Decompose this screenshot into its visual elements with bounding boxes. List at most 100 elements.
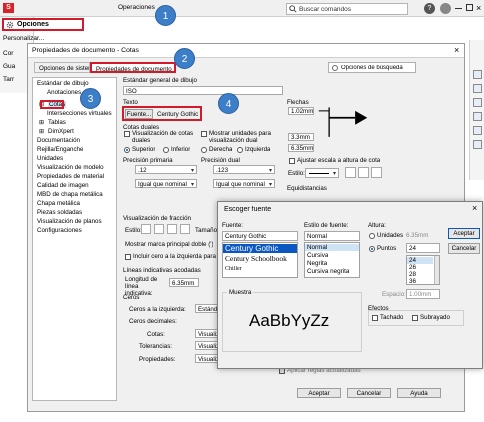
pos-inferior-radio[interactable] [163, 147, 169, 153]
minimize-icon[interactable] [455, 8, 462, 9]
font-style-item-selected[interactable]: Normal [305, 244, 359, 252]
arrow-style-select[interactable]: ▾ [305, 168, 339, 178]
font-style-item[interactable]: Cursiva negrita [307, 268, 349, 275]
font-aceptar-button[interactable]: Aceptar [448, 228, 480, 239]
prec-primaria-select[interactable]: .12 ▾ [135, 165, 197, 174]
font-cancelar-button[interactable]: Cancelar [448, 243, 480, 254]
tree-item[interactable]: Configuraciones [37, 227, 82, 234]
menu-item-opciones[interactable]: Opciones [2, 18, 84, 31]
mostrar-unidades-checkbox[interactable] [201, 131, 207, 137]
tolerancias-label: Tolerancias: [139, 343, 173, 350]
arrow-size-2[interactable]: 3.3mm [288, 133, 314, 141]
font-list-item[interactable]: Century Schoolbook [225, 255, 287, 264]
dialog-close-icon[interactable]: × [454, 45, 459, 55]
tree-item[interactable]: Tablas [48, 119, 66, 126]
tab-opciones-sistema[interactable]: Opciones de sistema [34, 62, 90, 73]
chevron-down-icon: ▾ [332, 171, 336, 177]
tree-item[interactable]: Anotaciones [47, 89, 81, 96]
font-dialog: Escoger fuente × Fuente: Century Gothic … [217, 201, 483, 369]
tachado-checkbox[interactable] [372, 315, 378, 321]
expand-icon[interactable]: ⊞ [39, 128, 44, 135]
arrow-inside-button[interactable] [345, 167, 356, 178]
restore-icon[interactable] [466, 4, 473, 11]
ceros-label: Ceros [123, 294, 140, 301]
tree-item[interactable]: Propiedades de material [37, 173, 104, 180]
subrayado-label: Subrayado [420, 314, 450, 321]
arrow-size-1[interactable]: 1.02mm [288, 107, 314, 115]
font-dialog-close-icon[interactable]: × [472, 203, 477, 213]
custom-properties-icon[interactable] [473, 140, 482, 149]
tree-item[interactable]: MBD de chapa metálica [37, 191, 103, 198]
help-icon[interactable]: ? [424, 3, 435, 14]
menu-item-personalizar[interactable]: Personalizar... [3, 35, 63, 42]
arrow-size-3[interactable]: 6.35mm [288, 144, 314, 152]
toolbar-label[interactable]: Operaciones [118, 4, 155, 11]
pos-derecha-radio[interactable] [201, 147, 207, 153]
tree-item[interactable]: Unidades [37, 155, 63, 162]
tree-item[interactable]: Estándar de dibujo [37, 80, 89, 87]
font-list-item-selected[interactable]: Century Gothic [223, 244, 297, 254]
tree-item[interactable]: Intersecciones virtuales [47, 110, 112, 117]
tree-item[interactable]: DimXpert [48, 128, 74, 135]
cotas-ceros-label: Cotas: [147, 331, 165, 338]
font-style-list[interactable]: Normal Cursiva Negrita Cursiva negrita [304, 242, 360, 278]
dialog-aceptar-button[interactable]: Aceptar [297, 388, 341, 398]
font-style-item[interactable]: Negrita [307, 260, 327, 267]
subrayado-checkbox[interactable] [412, 315, 418, 321]
arrow-smart-button[interactable] [371, 167, 382, 178]
puntos-list[interactable]: 24 26 28 36 [406, 255, 440, 285]
search-options-box[interactable]: Opciones de búsqueda [328, 62, 416, 73]
ajustar-label: Ajustar escala a altura de cota [297, 157, 381, 164]
tree-item[interactable]: Piezas soldadas [37, 209, 82, 216]
tree-item[interactable]: Rejilla/Enganche [37, 146, 83, 153]
tree-item[interactable]: Documentación [37, 137, 80, 144]
sample-label: Muestra [227, 289, 254, 297]
appearances-icon[interactable] [473, 126, 482, 135]
file-explorer-icon[interactable] [473, 98, 482, 107]
puntos-scrollbar[interactable] [434, 256, 439, 284]
vis-duales-checkbox[interactable] [124, 131, 130, 137]
puntos-item[interactable]: 36 [409, 278, 416, 284]
dialog-ayuda-button[interactable]: Ayuda [397, 388, 441, 398]
prec-dual-select[interactable]: .123 ▾ [213, 165, 275, 174]
tree-item[interactable]: Chapa metálica [37, 200, 80, 207]
font-style-input[interactable]: Normal [304, 231, 360, 241]
pos-superior-radio[interactable] [124, 147, 130, 153]
arrow-outside-button[interactable] [358, 167, 369, 178]
close-icon[interactable]: × [476, 2, 481, 14]
font-label: Fuente: [222, 222, 243, 229]
dialog-cancelar-button[interactable]: Cancelar [347, 388, 391, 398]
puntos-input[interactable]: 24 [406, 243, 440, 253]
frac-style-3[interactable] [167, 224, 177, 234]
tol-dual-select[interactable]: Igual que nominal ▾ [213, 179, 275, 188]
longitud-input[interactable]: 6.35mm [169, 278, 199, 287]
fuente-button[interactable]: Fuente... [125, 109, 153, 119]
tree-item[interactable]: Visualización de modelo [37, 164, 104, 171]
flechas-label: Flechas [287, 99, 309, 106]
resources-icon[interactable] [473, 70, 482, 79]
espacio-input[interactable]: 1.00mm [406, 289, 440, 299]
frac-style-1[interactable] [141, 224, 151, 234]
pos-inferior-label: Inferior [171, 146, 191, 153]
design-library-icon[interactable] [473, 84, 482, 93]
ajustar-checkbox[interactable] [289, 158, 295, 164]
pos-izquierda-radio[interactable] [237, 147, 243, 153]
expand-icon[interactable]: ⊞ [39, 119, 44, 126]
tree-item[interactable]: Calidad de imagen [37, 182, 89, 189]
tab-propiedades-documento[interactable]: Propiedades de documento [90, 62, 176, 73]
tol-primaria-select[interactable]: Igual que nominal ▾ [135, 179, 197, 188]
tree-item[interactable]: Visualización de planos [37, 218, 102, 225]
font-input[interactable]: Century Gothic [222, 231, 298, 241]
unidades-radio[interactable] [369, 233, 375, 239]
puntos-radio[interactable] [369, 246, 375, 252]
callout-1: 1 [155, 5, 176, 26]
incluir-cero-checkbox[interactable] [125, 254, 131, 260]
user-icon[interactable] [440, 3, 451, 14]
frac-style-4[interactable] [180, 224, 190, 234]
search-commands-input[interactable]: Buscar comandos [286, 3, 408, 15]
font-list-item[interactable]: Chiller [225, 266, 242, 273]
font-style-item[interactable]: Cursiva [307, 252, 328, 259]
view-palette-icon[interactable] [473, 112, 482, 121]
frac-style-2[interactable] [154, 224, 164, 234]
font-list[interactable]: Century Gothic Century Schoolbook Chille… [222, 242, 298, 278]
